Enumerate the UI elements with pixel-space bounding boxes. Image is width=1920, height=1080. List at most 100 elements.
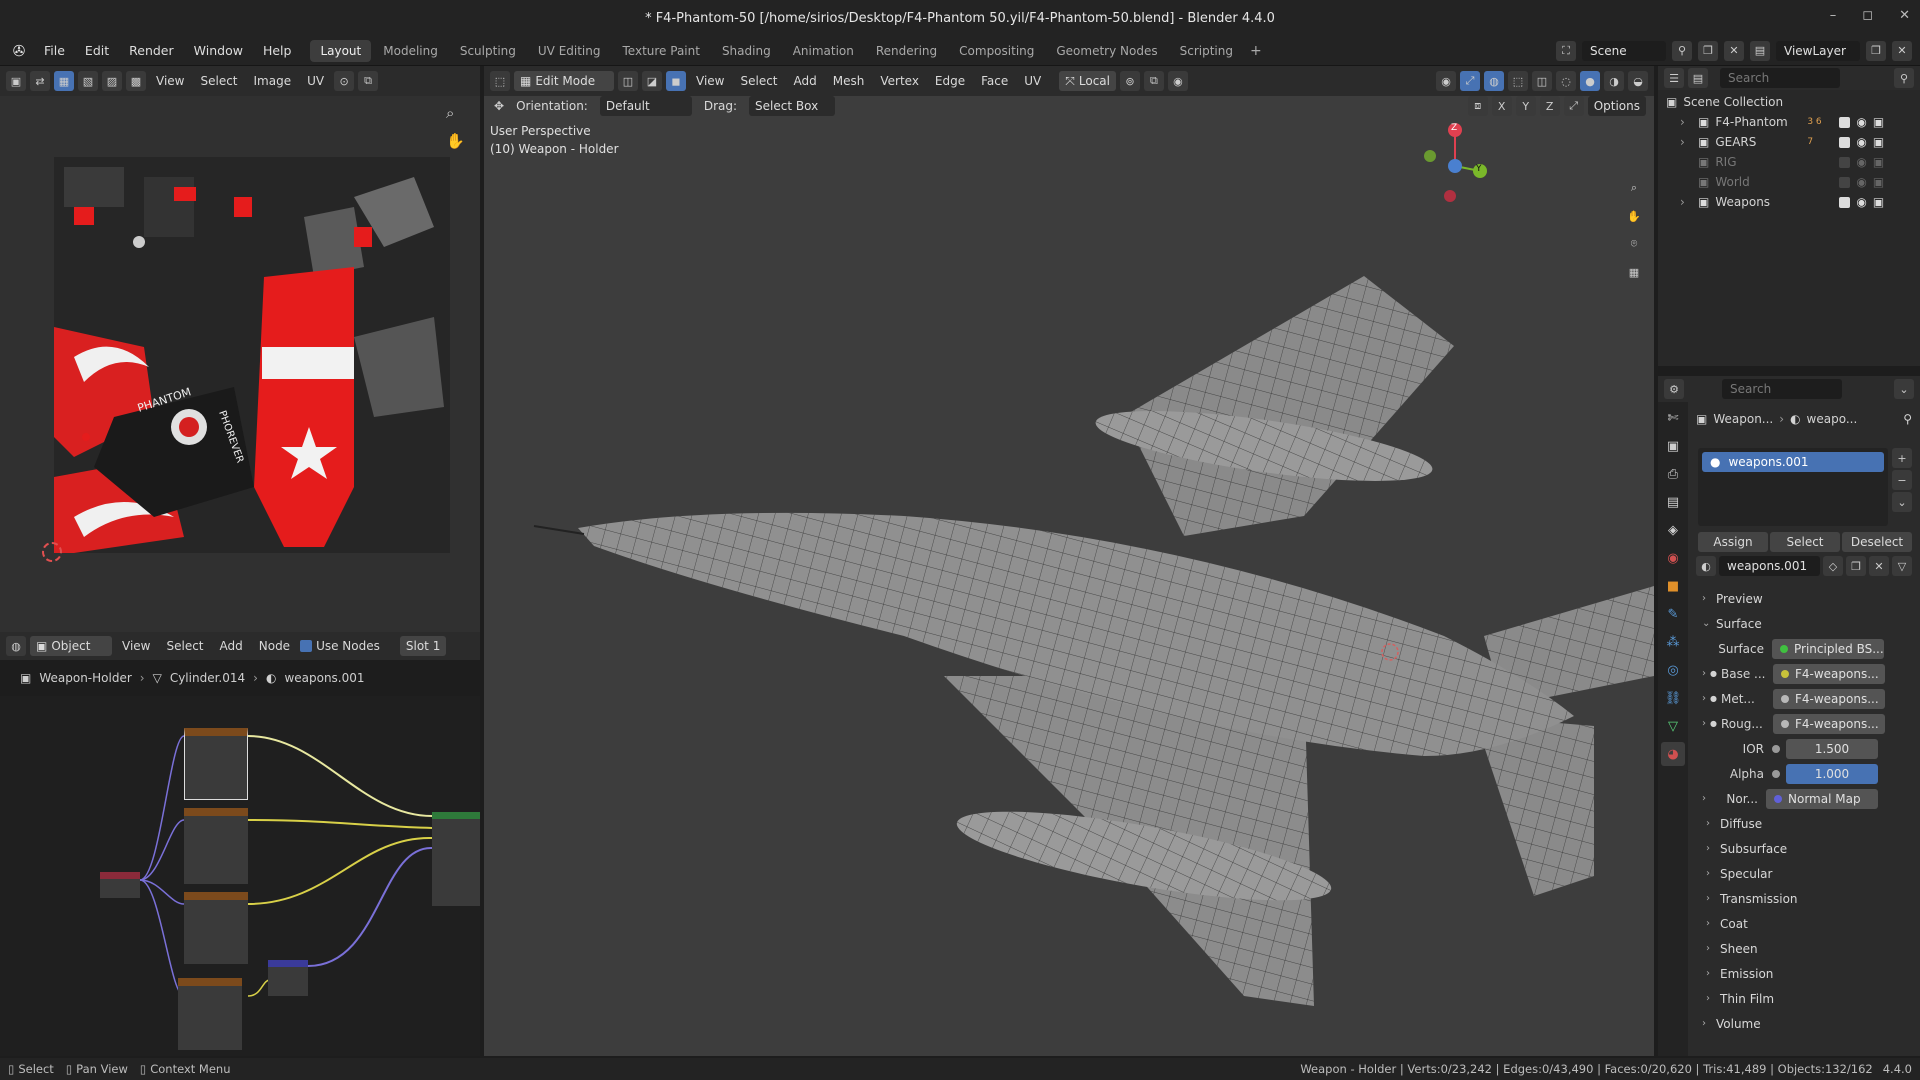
node-menu-node[interactable]: Node	[253, 639, 296, 653]
face-select-icon[interactable]: ▨	[102, 71, 122, 91]
viewport-3d[interactable]: User Perspective (10) Weapon - Holder Z …	[484, 116, 1654, 1056]
subsection-coat[interactable]: › Coat	[1688, 911, 1920, 936]
shader-input-field[interactable]: F4-weapons...	[1772, 688, 1885, 709]
snap-icon[interactable]: ⧉	[1143, 71, 1164, 91]
render-tab-icon[interactable]: ▣	[1661, 434, 1685, 458]
2d-cursor-icon[interactable]	[42, 542, 62, 562]
edge-select-icon[interactable]: ▧	[78, 71, 98, 91]
physics-tab-icon[interactable]: ◎	[1661, 658, 1685, 682]
menu-help[interactable]: Help	[253, 36, 302, 66]
slot-dropdown[interactable]: Slot 1	[399, 636, 447, 656]
move-tool-icon[interactable]: ✥	[494, 99, 504, 113]
subsection-transmission[interactable]: › Transmission	[1688, 886, 1920, 911]
vp-menu-edge[interactable]: Edge	[929, 74, 971, 88]
face-mode-icon[interactable]: ◼	[666, 71, 686, 91]
axis-x-toggle[interactable]: X	[1491, 96, 1512, 116]
chevron-right-icon[interactable]: ›	[1696, 693, 1710, 704]
expand-chevron-icon[interactable]: ›	[1680, 135, 1692, 149]
workspace-tab-shading[interactable]: Shading	[712, 40, 781, 62]
workspace-tab-scripting[interactable]: Scripting	[1170, 40, 1243, 62]
wireframe-shading-icon[interactable]: ◌	[1556, 71, 1576, 91]
zoom-icon[interactable]: ⌕	[1624, 178, 1644, 198]
output-tab-icon[interactable]: ⎙	[1661, 462, 1685, 486]
workspace-tab-layout[interactable]: Layout	[310, 39, 372, 62]
axis-z-toggle[interactable]: Z	[1539, 96, 1560, 116]
camera-icon[interactable]: ▣	[1873, 115, 1884, 129]
menu-edit[interactable]: Edit	[75, 36, 119, 66]
vp-menu-uv[interactable]: UV	[1018, 74, 1047, 88]
scene-collection-row[interactable]: ▣ Scene Collection	[1658, 92, 1920, 112]
subsection-specular[interactable]: › Specular	[1688, 861, 1920, 886]
display-mode-icon[interactable]: ▤	[1688, 68, 1708, 88]
delete-viewlayer-icon[interactable]: ✕	[1892, 40, 1912, 61]
close-button[interactable]: ✕	[1899, 8, 1910, 23]
viewport-editor-type-icon[interactable]: ⬚	[490, 71, 510, 91]
maximize-button[interactable]: ◻	[1862, 8, 1873, 23]
collapse-icon[interactable]: ⌄	[1894, 379, 1914, 399]
workspace-tab-rendering[interactable]: Rendering	[866, 40, 947, 62]
vp-menu-face[interactable]: Face	[975, 74, 1014, 88]
vp-menu-add[interactable]: Add	[788, 74, 823, 88]
tool-tab-icon[interactable]: ✄	[1661, 406, 1685, 430]
camera-icon[interactable]: ▣	[1873, 135, 1884, 149]
editor-type-icon[interactable]: ▣	[6, 71, 26, 91]
uv-menu-view[interactable]: View	[150, 74, 190, 88]
principled-bsdf-node[interactable]	[432, 812, 480, 906]
particles-tab-icon[interactable]: ⁂	[1661, 630, 1685, 654]
view-layer-tab-icon[interactable]: ▤	[1661, 490, 1685, 514]
orientation-dropdown[interactable]: Default	[599, 96, 692, 116]
node-menu-select[interactable]: Select	[160, 639, 209, 653]
viewlayer-icon[interactable]: ▤	[1750, 40, 1770, 61]
visibility-icon[interactable]: ◉	[1436, 71, 1456, 91]
proportional-edit-icon[interactable]: ◉	[1167, 71, 1188, 91]
surface-shader-field[interactable]: Principled BS...	[1772, 638, 1884, 659]
uv-menu-image[interactable]: Image	[248, 74, 298, 88]
node-type-dropdown[interactable]: ▣ Object	[30, 636, 112, 656]
drag-dropdown[interactable]: Select Box	[749, 96, 836, 116]
data-tab-icon[interactable]: ▽	[1661, 714, 1685, 738]
pivot-icon[interactable]: ⊙	[334, 71, 355, 91]
uv-menu-uv[interactable]: UV	[301, 74, 330, 88]
menu-window[interactable]: Window	[184, 36, 253, 66]
ior-field[interactable]: 1.500	[1786, 738, 1878, 759]
vp-menu-vertex[interactable]: Vertex	[874, 74, 925, 88]
transform-orientation-dropdown[interactable]: ⤧ Local	[1059, 71, 1116, 91]
material-browse-icon[interactable]: ◐	[1696, 556, 1716, 576]
add-slot-icon[interactable]: +	[1892, 448, 1912, 468]
workspace-tab-sculpting[interactable]: Sculpting	[450, 40, 526, 62]
camera-icon[interactable]: ▣	[1873, 195, 1884, 209]
delete-scene-icon[interactable]: ✕	[1724, 40, 1744, 61]
perspective-toggle-icon[interactable]: ▦	[1624, 262, 1644, 282]
minimize-button[interactable]: –	[1830, 8, 1837, 23]
properties-search-input[interactable]: Search	[1722, 379, 1842, 399]
pin-icon[interactable]: ⚲	[1903, 412, 1912, 426]
axis-y-toggle[interactable]: Y	[1515, 96, 1536, 116]
workspace-tab-modeling[interactable]: Modeling	[373, 40, 448, 62]
camera-view-icon[interactable]: ⌾	[1624, 234, 1644, 254]
rendered-shading-icon[interactable]: ◒	[1628, 71, 1648, 91]
modifier-tab-icon[interactable]: ✎	[1661, 602, 1685, 626]
remove-slot-icon[interactable]: −	[1892, 470, 1912, 490]
zoom-icon[interactable]: ⌕	[446, 104, 454, 122]
expand-chevron-icon[interactable]: ›	[1680, 115, 1692, 129]
image-texture-node[interactable]	[178, 978, 242, 1050]
outliner-item[interactable]: › ▣ GEARS 7 ◉ ▣	[1658, 132, 1920, 152]
properties-editor-type-icon[interactable]: ⚙	[1664, 379, 1684, 399]
exclude-checkbox[interactable]	[1839, 156, 1851, 168]
normal-map-node[interactable]	[268, 960, 308, 996]
texture-coordinate-node[interactable]	[100, 872, 140, 898]
unlink-icon[interactable]: ✕	[1869, 556, 1889, 576]
material-slot-item[interactable]: ● weapons.001	[1702, 452, 1884, 472]
new-viewlayer-icon[interactable]: ❐	[1866, 40, 1886, 61]
outliner-search-input[interactable]: Search	[1720, 68, 1840, 88]
exclude-checkbox[interactable]	[1839, 136, 1851, 148]
material-name-field[interactable]: weapons.001	[1719, 556, 1820, 576]
outliner-item[interactable]: ▣ RIG ◉ ▣	[1658, 152, 1920, 172]
scene-field[interactable]: Scene	[1582, 40, 1666, 61]
gizmo-icon[interactable]: ⤢	[1460, 71, 1480, 91]
vertex-select-icon[interactable]: ▦	[54, 71, 74, 91]
node-editor-type-icon[interactable]: ◍	[6, 636, 26, 656]
eye-icon[interactable]: ◉	[1856, 135, 1866, 149]
new-scene-icon[interactable]: ❐	[1698, 40, 1718, 61]
fake-user-icon[interactable]: ◇	[1823, 556, 1843, 576]
